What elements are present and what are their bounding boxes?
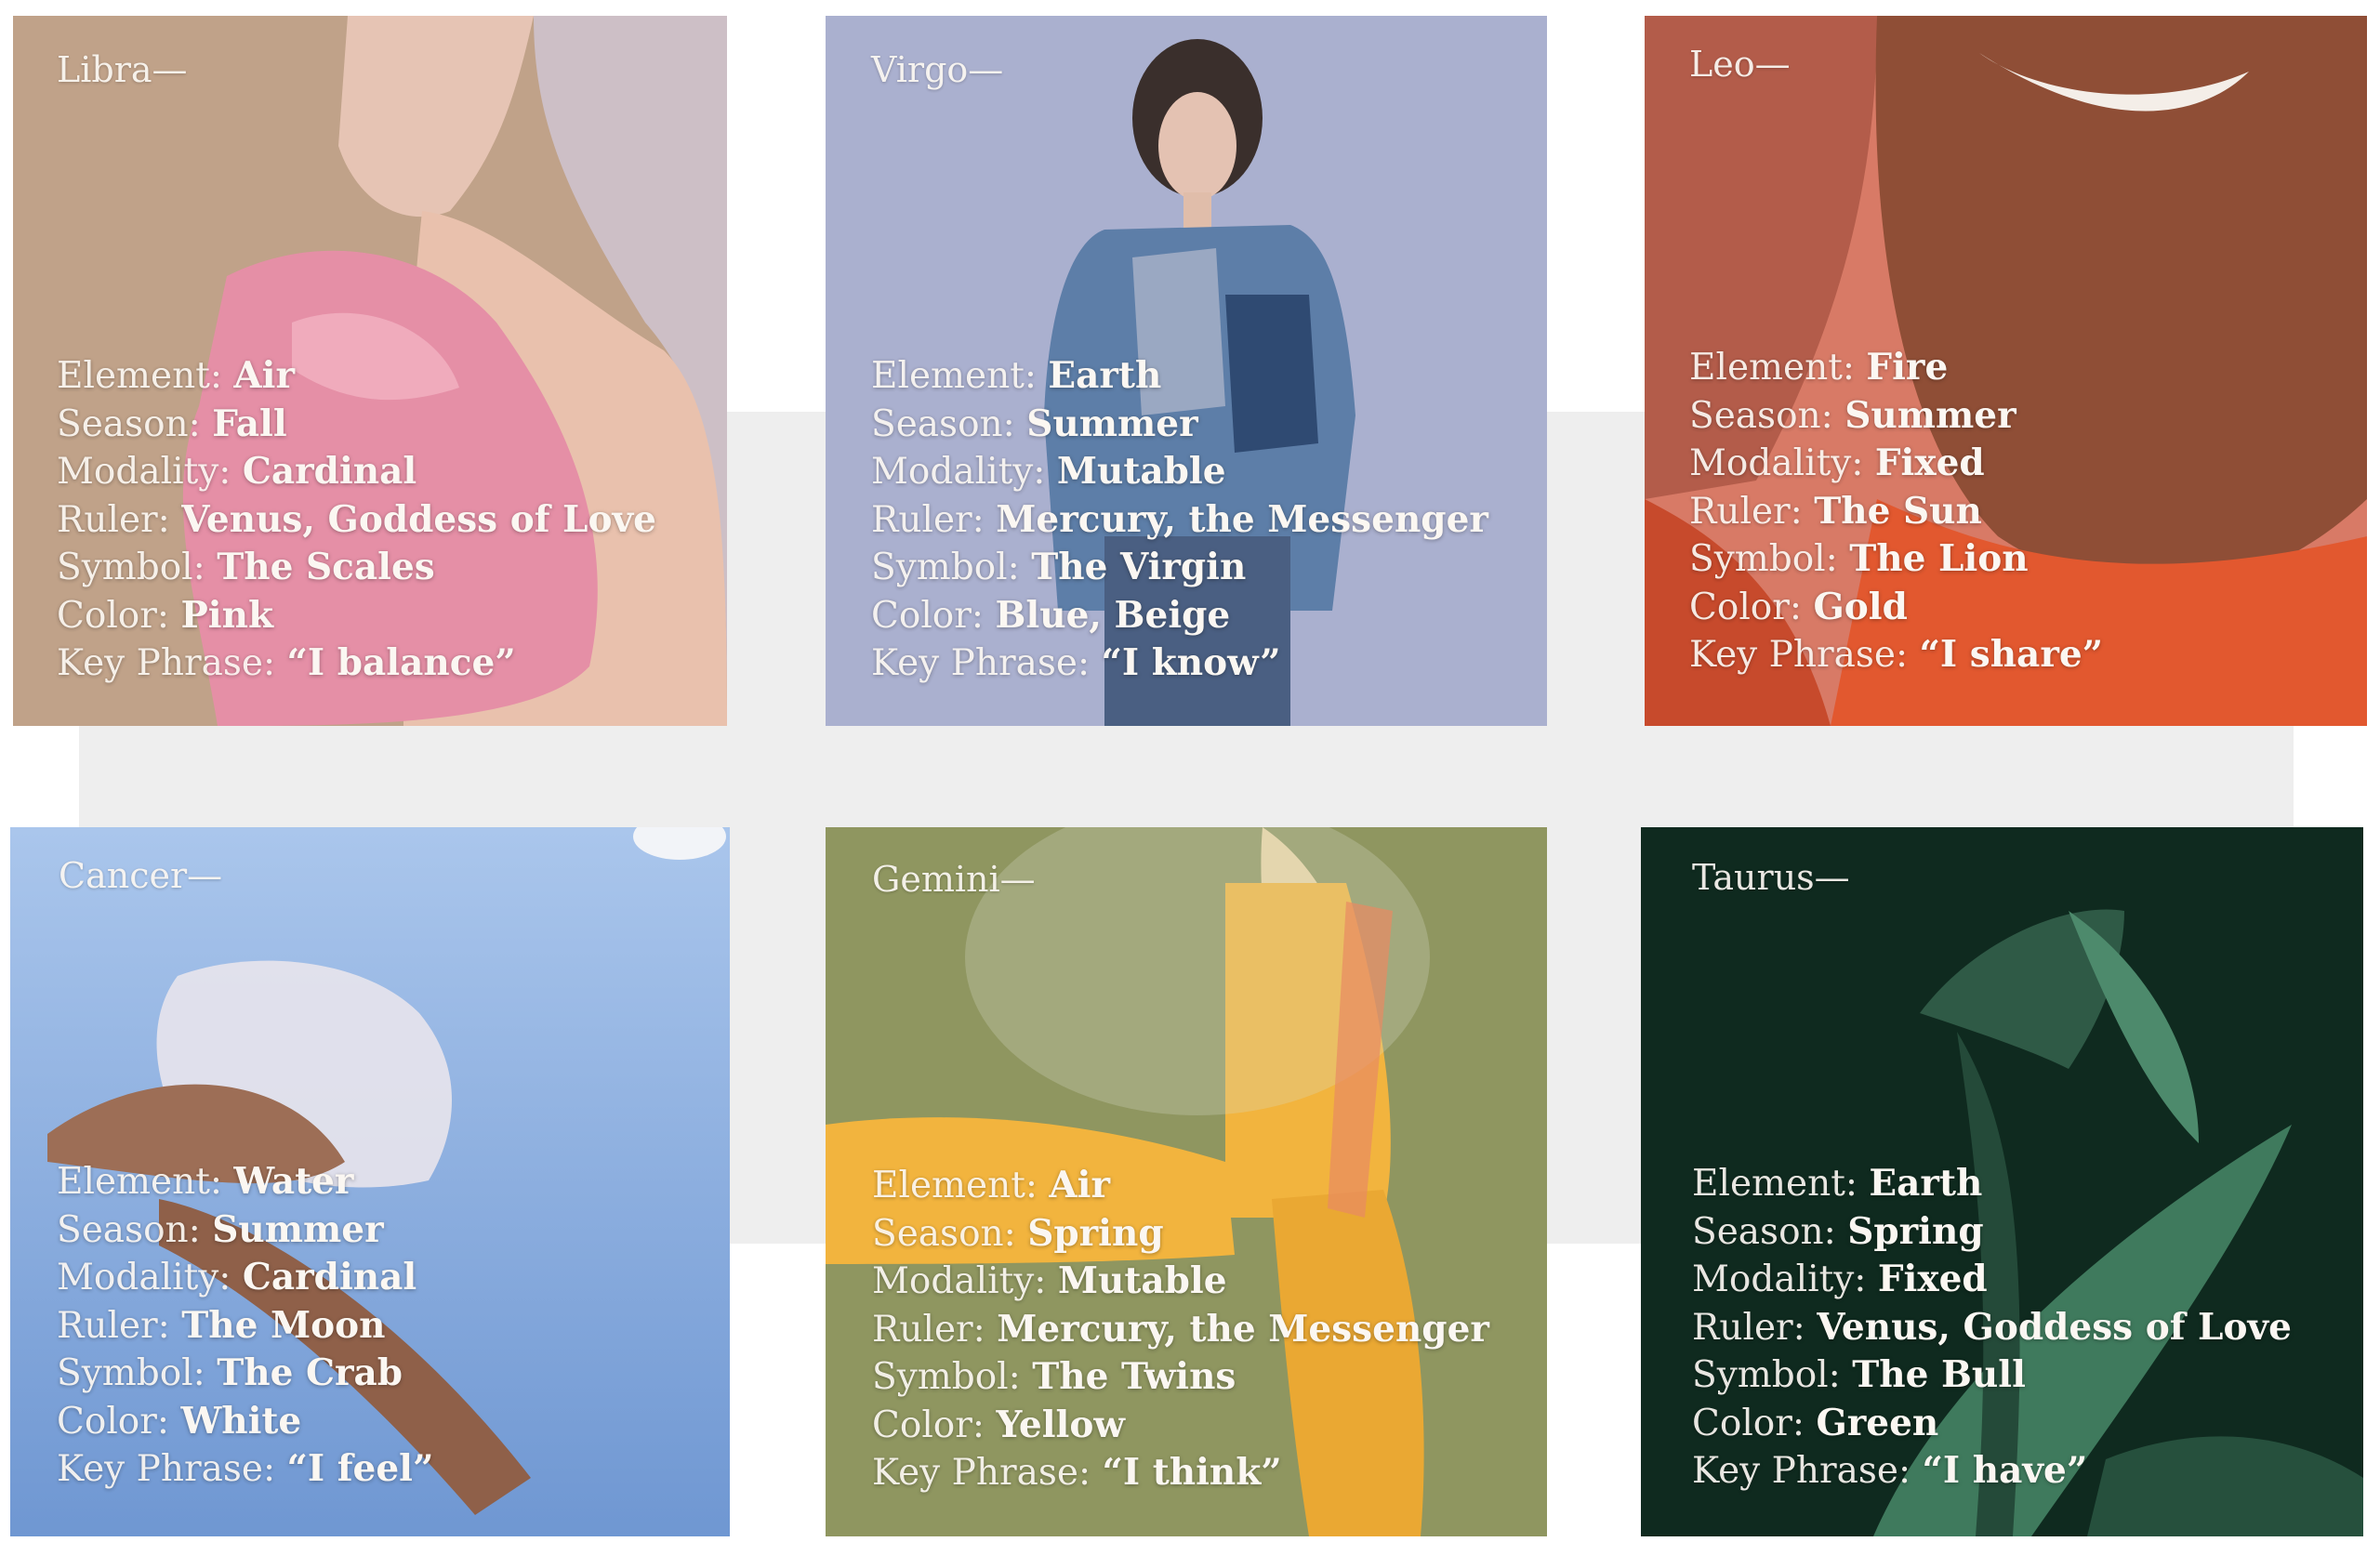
fact-modality: Modality: Cardinal [57,1256,417,1298]
fact-color: Color: Yellow [872,1403,1125,1446]
fact-element: Element: Water [57,1160,354,1203]
fact-key-phrase: Key Phrase: “I share” [1689,633,2104,676]
fact-modality: Modality: Fixed [1692,1258,1988,1300]
fact-ruler: Ruler: Mercury, the Messenger [871,497,1488,541]
fact-season: Season: Summer [1689,393,2016,437]
sign-facts: Element: Earth Season: Spring Modality: … [1692,1160,2292,1496]
fact-symbol: Symbol: The Virgin [871,546,1247,588]
fact-color: Color: Pink [57,593,273,637]
fact-symbol: Symbol: The Bull [1692,1353,2026,1396]
fact-key-phrase: Key Phrase: “I know” [871,641,1281,684]
zodiac-card-libra[interactable]: Libra— Element: Air Season: Fall Modalit… [13,16,727,726]
fact-ruler: Ruler: Venus, Goddess of Love [57,497,656,541]
fact-color: Color: White [57,1399,302,1443]
fact-element: Element: Air [872,1164,1111,1206]
zodiac-card-cancer[interactable]: Cancer— Element: Water Season: Summer Mo… [10,827,730,1536]
fact-key-phrase: Key Phrase: “I balance” [57,641,516,684]
sign-title: Cancer— [59,855,223,896]
fact-modality: Modality: Mutable [871,450,1226,493]
fact-season: Season: Spring [1692,1209,1984,1253]
sign-facts: Element: Air Season: Fall Modality: Card… [57,352,656,688]
fact-color: Color: Gold [1689,585,1908,628]
fact-element: Element: Earth [1692,1162,1983,1205]
fact-key-phrase: Key Phrase: “I feel” [57,1447,434,1490]
fact-symbol: Symbol: The Twins [872,1355,1236,1398]
fact-season: Season: Summer [57,1207,384,1251]
fact-ruler: Ruler: The Moon [57,1303,386,1347]
fact-season: Season: Fall [57,402,287,445]
sign-facts: Element: Fire Season: Summer Modality: F… [1689,344,2103,679]
fact-ruler: Ruler: Mercury, the Messenger [872,1307,1489,1351]
fact-modality: Modality: Mutable [872,1259,1227,1302]
sign-title: Taurus— [1692,857,1850,898]
fact-color: Color: Green [1692,1401,1939,1444]
fact-key-phrase: Key Phrase: “I think” [872,1451,1282,1494]
zodiac-card-virgo[interactable]: Virgo— Element: Earth Season: Summer Mod… [826,16,1547,726]
zodiac-card-taurus[interactable]: Taurus— Element: Earth Season: Spring Mo… [1641,827,2363,1536]
sign-title: Libra— [57,49,188,90]
fact-key-phrase: Key Phrase: “I have” [1692,1449,2088,1492]
fact-modality: Modality: Cardinal [57,450,417,493]
sign-title: Virgo— [871,49,1004,90]
fact-element: Element: Air [57,354,296,397]
fact-symbol: Symbol: The Scales [57,546,435,588]
fact-color: Color: Blue, Beige [871,593,1231,637]
sign-facts: Element: Air Season: Spring Modality: Mu… [872,1162,1489,1497]
fact-symbol: Symbol: The Lion [1689,537,2029,580]
sign-title: Leo— [1689,44,1791,85]
fact-ruler: Ruler: Venus, Goddess of Love [1692,1305,2292,1349]
fact-symbol: Symbol: The Crab [57,1351,403,1394]
fact-ruler: Ruler: The Sun [1689,489,1982,533]
fact-season: Season: Spring [872,1211,1164,1255]
fact-element: Element: Fire [1689,346,1949,389]
fact-season: Season: Summer [871,402,1198,445]
sign-title: Gemini— [872,859,1036,900]
sign-facts: Element: Water Season: Summer Modality: … [57,1158,433,1494]
fact-modality: Modality: Fixed [1689,441,1985,484]
fact-element: Element: Earth [871,354,1162,397]
sign-facts: Element: Earth Season: Summer Modality: … [871,352,1488,688]
zodiac-card-gemini[interactable]: Gemini— Element: Air Season: Spring Moda… [826,827,1547,1536]
zodiac-card-leo[interactable]: Leo— Element: Fire Season: Summer Modali… [1645,16,2367,726]
